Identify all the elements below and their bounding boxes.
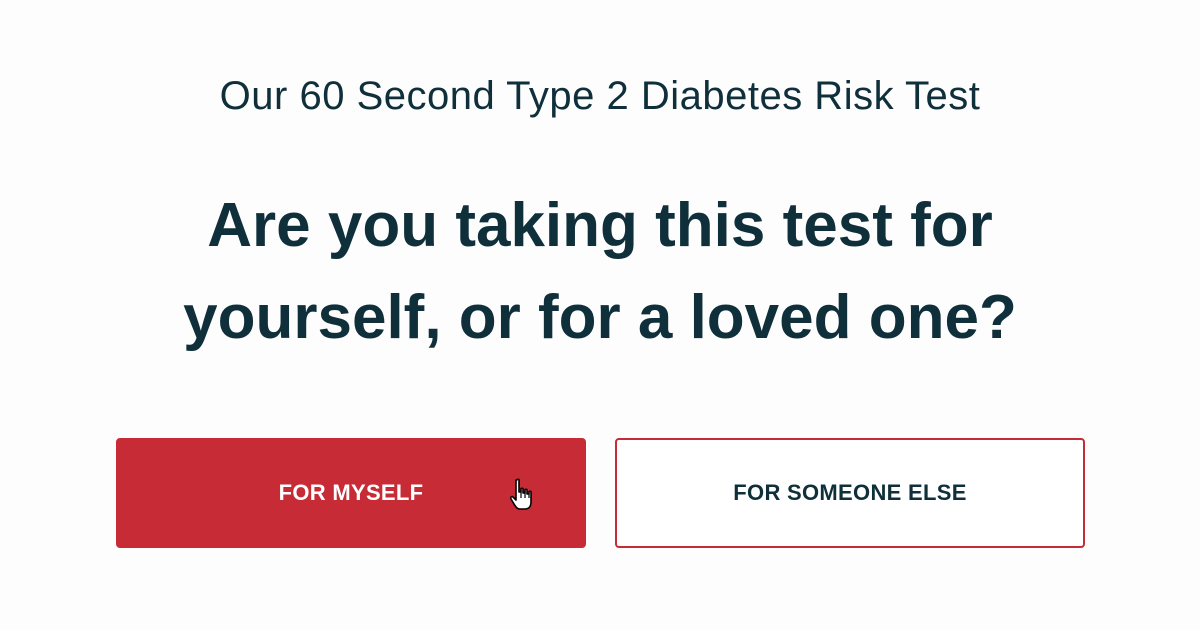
hand-pointer-icon <box>509 478 532 510</box>
for-someone-else-label: FOR SOMEONE ELSE <box>733 480 967 505</box>
for-myself-label: FOR MYSELF <box>278 480 424 505</box>
for-someone-else-button[interactable]: FOR SOMEONE ELSE <box>615 438 1085 548</box>
question-heading: Are you taking this test for yourself, o… <box>183 191 1017 352</box>
page-subtitle: Our 60 Second Type 2 Diabetes Risk Test <box>219 74 981 118</box>
